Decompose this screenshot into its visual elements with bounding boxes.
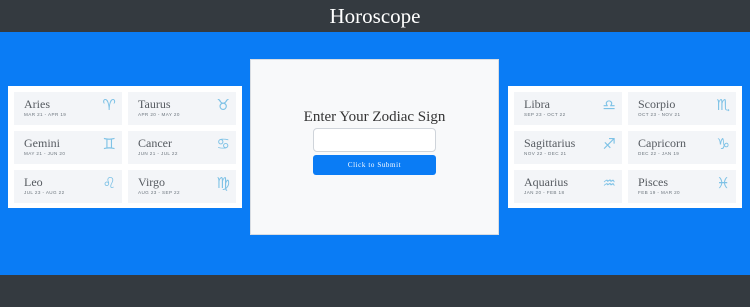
sign-card-gemini[interactable]: Gemini MAY 21 - JUN 20 ♊︎ xyxy=(14,131,122,164)
sign-card-capricorn[interactable]: Capricorn DEC 22 - JAN 19 ♑︎ xyxy=(628,131,736,164)
sign-card-aquarius[interactable]: Aquarius JAN 20 - FEB 18 ♒︎ xyxy=(514,170,622,203)
leo-icon: ♌︎ xyxy=(102,174,116,192)
gemini-icon: ♊︎ xyxy=(102,135,116,153)
scorpio-icon: ♏︎ xyxy=(716,96,730,114)
capricorn-icon: ♑︎ xyxy=(716,135,730,153)
pisces-icon: ♓︎ xyxy=(716,174,730,192)
sign-card-sagittarius[interactable]: Sagittarius NOV 22 - DEC 21 ♐︎ xyxy=(514,131,622,164)
aquarius-icon: ♒︎ xyxy=(602,174,616,192)
sign-card-aries[interactable]: Aries MAR 21 - APR 19 ♈︎ xyxy=(14,92,122,125)
sign-card-leo[interactable]: Leo JUL 23 - AUG 22 ♌︎ xyxy=(14,170,122,203)
submit-button[interactable]: Click to Submit xyxy=(313,155,436,175)
sign-card-scorpio[interactable]: Scorpio OCT 23 - NOV 21 ♏︎ xyxy=(628,92,736,125)
taurus-icon: ♉︎ xyxy=(216,96,230,114)
zodiac-sign-input[interactable] xyxy=(313,128,436,152)
zodiac-form: Enter Your Zodiac Sign Click to Submit xyxy=(250,59,499,235)
sign-card-pisces[interactable]: Pisces FEB 19 - MAR 20 ♓︎ xyxy=(628,170,736,203)
libra-icon: ♎︎ xyxy=(602,96,616,114)
cancer-icon: ♋︎ xyxy=(216,135,230,153)
header-bar: Horoscope xyxy=(0,0,750,32)
form-heading: Enter Your Zodiac Sign xyxy=(303,109,446,125)
sign-card-cancer[interactable]: Cancer JUN 21 - JUL 22 ♋︎ xyxy=(128,131,236,164)
sign-card-taurus[interactable]: Taurus APR 20 - MAY 20 ♉︎ xyxy=(128,92,236,125)
page-title: Horoscope xyxy=(329,3,421,28)
sign-card-virgo[interactable]: Virgo AUG 23 - SEP 22 ♍︎ xyxy=(128,170,236,203)
sagittarius-icon: ♐︎ xyxy=(602,135,616,153)
footer-bar xyxy=(0,275,750,307)
sign-card-libra[interactable]: Libra SEP 23 - OCT 22 ♎︎ xyxy=(514,92,622,125)
virgo-icon: ♍︎ xyxy=(216,174,230,192)
left-signs-panel: Aries MAR 21 - APR 19 ♈︎ Taurus APR 20 -… xyxy=(8,86,242,208)
aries-icon: ♈︎ xyxy=(102,96,116,114)
right-signs-panel: Libra SEP 23 - OCT 22 ♎︎ Scorpio OCT 23 … xyxy=(508,86,742,208)
